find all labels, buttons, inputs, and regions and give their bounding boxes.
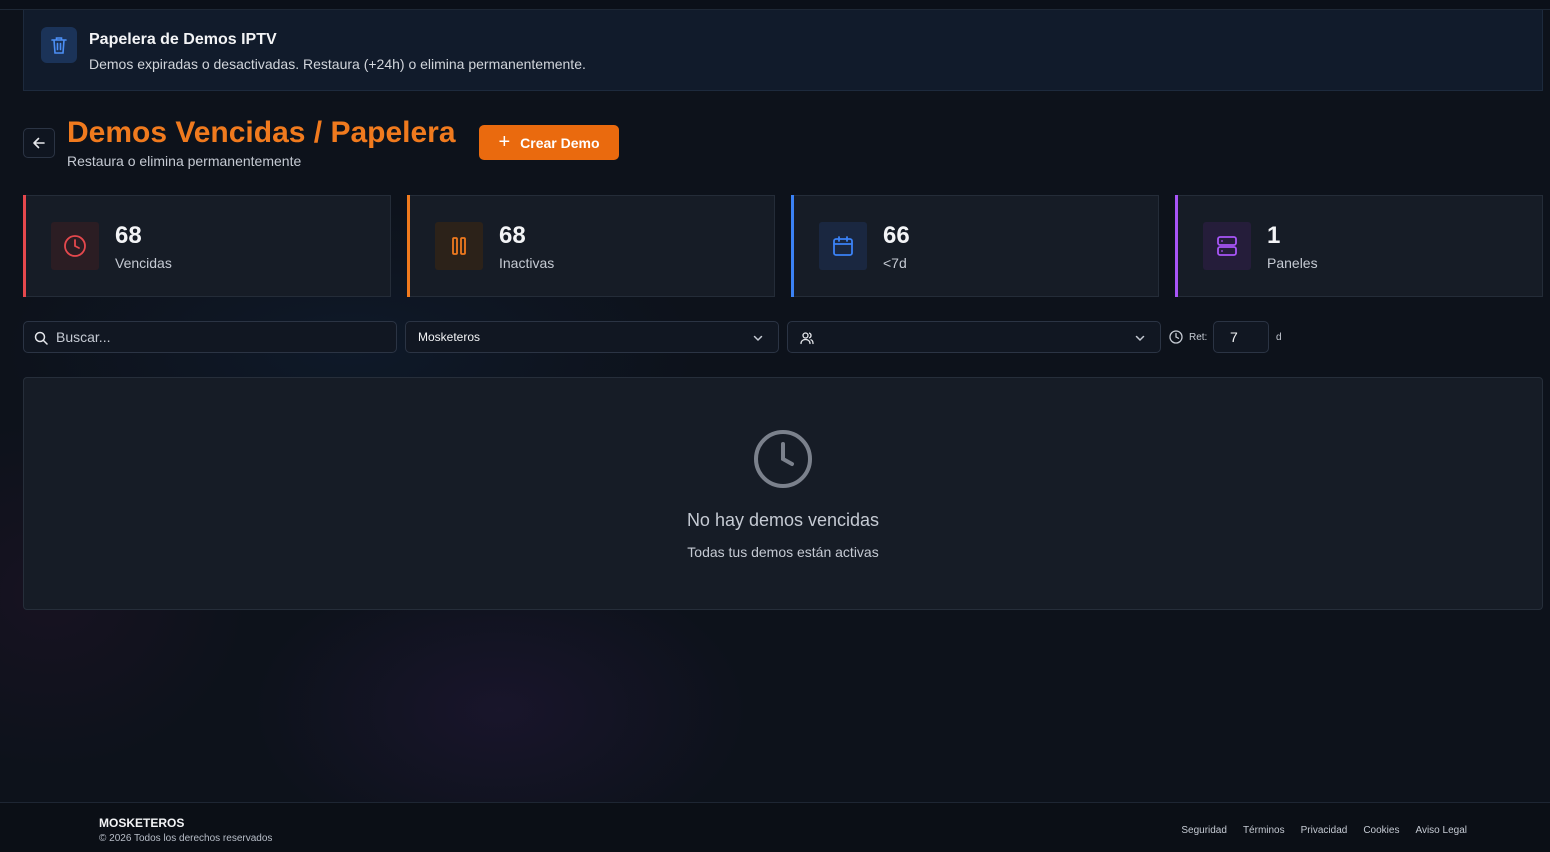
pause-icon bbox=[435, 222, 483, 270]
chevron-down-icon bbox=[1135, 335, 1145, 342]
retention-label: Ret: bbox=[1189, 332, 1208, 343]
plus-icon: + bbox=[498, 130, 511, 153]
clock-icon bbox=[754, 430, 812, 488]
banner-subtitle: Demos expiradas o desactivadas. Restaura… bbox=[89, 56, 586, 72]
search-input[interactable] bbox=[56, 322, 386, 352]
stat-card-paneles: 1 Paneles bbox=[1175, 195, 1543, 297]
user-select[interactable] bbox=[787, 321, 1161, 353]
search-icon bbox=[34, 331, 48, 345]
stat-value: 1 bbox=[1267, 222, 1281, 249]
page-title: Demos Vencidas / Papelera bbox=[67, 116, 456, 149]
stat-value: 66 bbox=[883, 222, 910, 249]
empty-state-message: Todas tus demos están activas bbox=[687, 544, 879, 560]
stat-value: 68 bbox=[499, 222, 526, 249]
arrow-left-icon bbox=[33, 137, 45, 149]
calendar-icon bbox=[819, 222, 867, 270]
footer-link-seguridad[interactable]: Seguridad bbox=[1181, 825, 1227, 836]
clock-icon bbox=[51, 222, 99, 270]
panel-select-value: Mosketeros bbox=[418, 330, 481, 344]
stat-label: Vencidas bbox=[115, 255, 172, 271]
create-demo-button[interactable]: + Crear Demo bbox=[479, 125, 619, 160]
clock-icon bbox=[1169, 330, 1183, 344]
back-button[interactable] bbox=[23, 128, 55, 158]
stat-card-inactivas: 68 Inactivas bbox=[407, 195, 775, 297]
users-icon bbox=[800, 332, 814, 345]
chevron-down-icon bbox=[753, 335, 763, 342]
info-banner: Papelera de Demos IPTV Demos expiradas o… bbox=[23, 10, 1543, 91]
stat-card-vencidas: 68 Vencidas bbox=[23, 195, 391, 297]
empty-state: No hay demos vencidas Todas tus demos es… bbox=[23, 377, 1543, 610]
banner-title: Papelera de Demos IPTV bbox=[89, 31, 277, 48]
footer-copyright: © 2026 Todos los derechos reservados bbox=[99, 833, 273, 844]
empty-state-title: No hay demos vencidas bbox=[686, 510, 880, 530]
retention-input[interactable]: 7 bbox=[1213, 321, 1269, 353]
panel-select[interactable]: Mosketeros bbox=[405, 321, 779, 353]
footer: MOSKETEROS © 2026 Todos los derechos res… bbox=[0, 802, 1550, 852]
footer-link-aviso-legal[interactable]: Aviso Legal bbox=[1415, 825, 1467, 836]
footer-link-cookies[interactable]: Cookies bbox=[1363, 825, 1399, 836]
stat-value: 68 bbox=[115, 222, 142, 249]
create-demo-label: Crear Demo bbox=[520, 134, 600, 151]
stat-card-7d: 66 <7d bbox=[791, 195, 1159, 297]
stat-label: <7d bbox=[883, 255, 907, 271]
stat-label: Inactivas bbox=[499, 255, 555, 271]
page-subtitle: Restaura o elimina permanentemente bbox=[67, 153, 302, 169]
footer-links: Seguridad Términos Privacidad Cookies Av… bbox=[1181, 825, 1467, 836]
footer-link-terminos[interactable]: Términos bbox=[1243, 825, 1285, 836]
footer-brand: MOSKETEROS bbox=[99, 816, 185, 830]
retention-unit: d bbox=[1276, 332, 1282, 343]
top-bar bbox=[0, 0, 1550, 10]
footer-link-privacidad[interactable]: Privacidad bbox=[1301, 825, 1348, 836]
trash-icon bbox=[41, 27, 77, 63]
stat-label: Paneles bbox=[1267, 255, 1318, 271]
search-box[interactable] bbox=[23, 321, 397, 353]
server-icon bbox=[1203, 222, 1251, 270]
